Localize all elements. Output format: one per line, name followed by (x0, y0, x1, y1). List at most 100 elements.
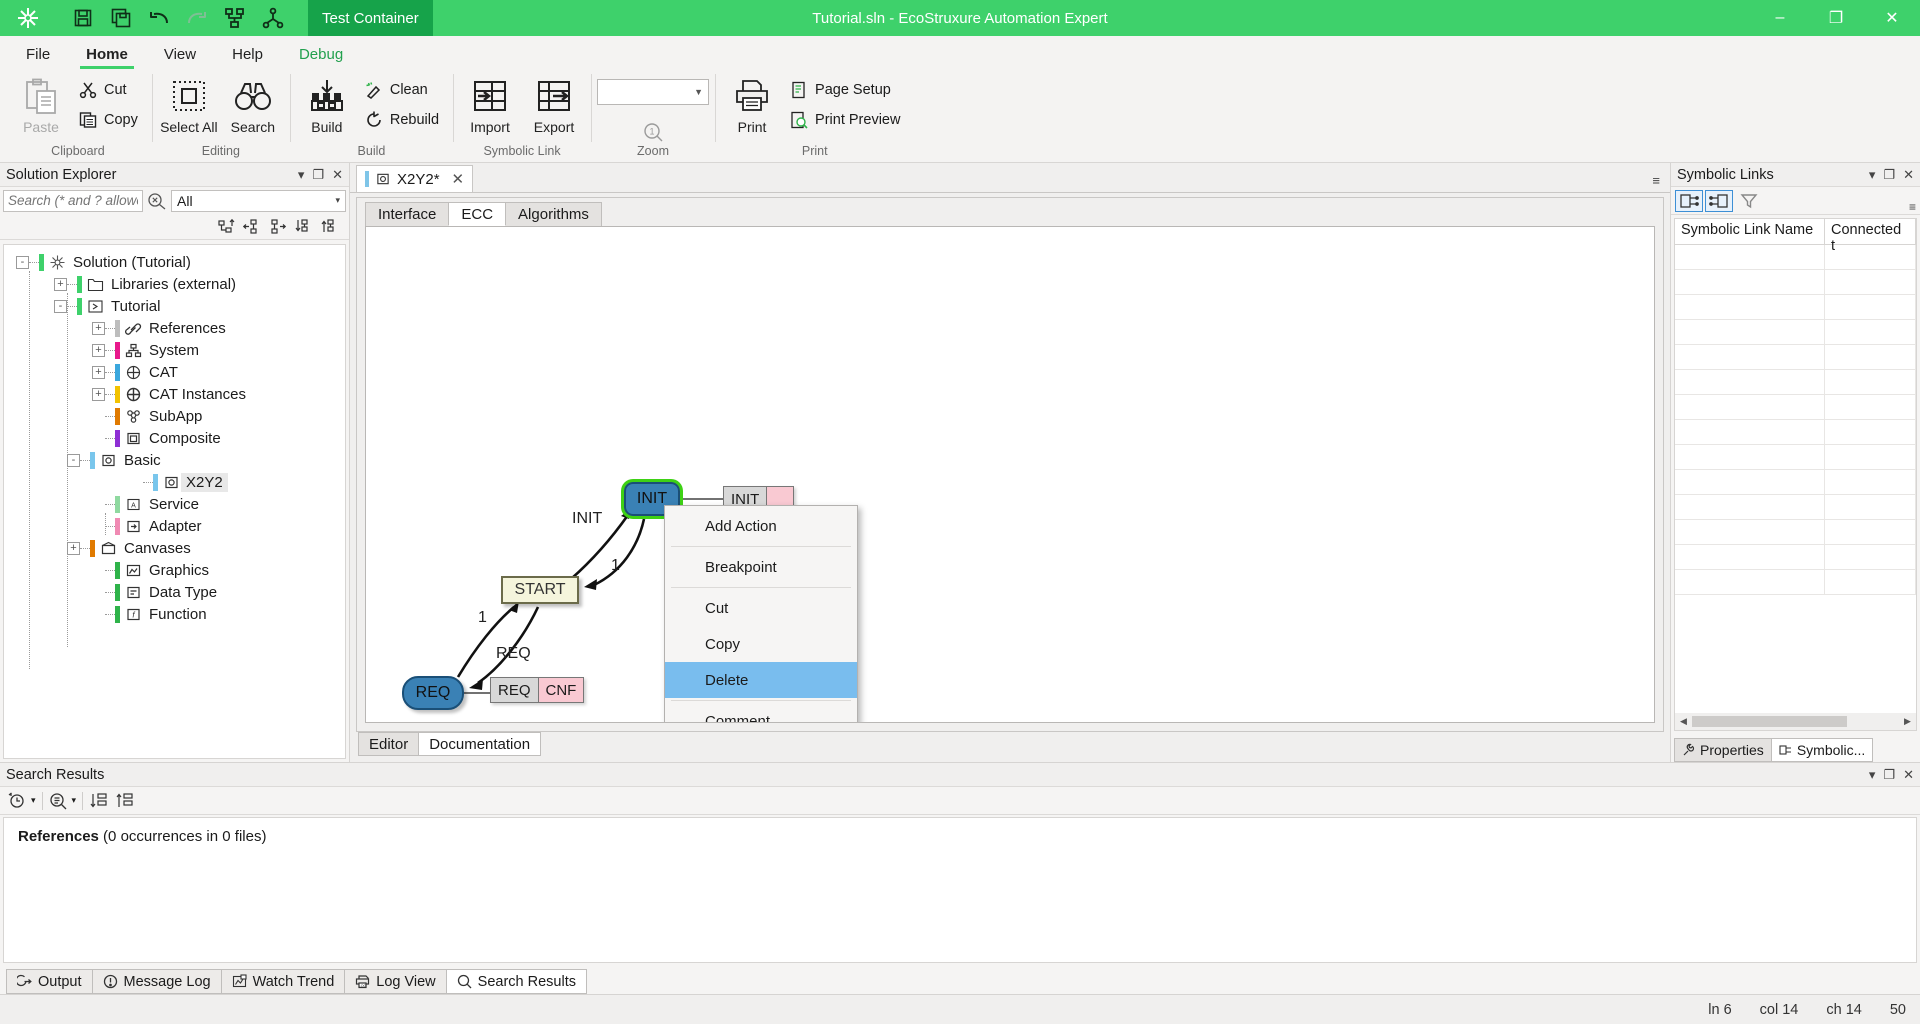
panel-pin-icon[interactable]: ❐ (312, 167, 324, 183)
search-input[interactable] (3, 189, 143, 212)
tree-node-tutorial[interactable]: - Tutorial (4, 295, 345, 317)
solution-tree[interactable]: - Solution (Tutorial) + Libraries (exter… (3, 244, 346, 759)
sync-tree-icon[interactable] (217, 218, 235, 236)
chevron-down-icon[interactable]: ▾ (31, 795, 36, 806)
ecc-state-start[interactable]: START (501, 576, 579, 604)
scroll-left-icon[interactable]: ◀ (1675, 716, 1692, 727)
search-results-body[interactable]: References (0 occurrences in 0 files) (3, 817, 1917, 963)
cut-button[interactable]: Cut (74, 77, 146, 103)
link-left-icon[interactable] (1675, 189, 1703, 212)
panel-close-icon[interactable]: ✕ (332, 167, 343, 183)
ribbon-tab-help[interactable]: Help (216, 42, 279, 68)
document-tab-x2y2[interactable]: X2Y2* ✕ (356, 165, 474, 192)
tab-overflow-icon[interactable]: ≡ (1652, 173, 1660, 188)
table-row[interactable] (1675, 270, 1916, 295)
ribbon-tab-home[interactable]: Home (70, 42, 144, 69)
copy-button[interactable]: Copy (74, 107, 146, 133)
print-preview-button[interactable]: Print Preview (785, 107, 908, 133)
select-all-button[interactable]: Select All (158, 73, 220, 138)
table-row[interactable] (1675, 445, 1916, 470)
minimize-button[interactable]: – (1752, 0, 1808, 36)
tree-node-service[interactable]: A Service (4, 493, 345, 515)
context-menu-item-add-action[interactable]: Add Action (665, 508, 857, 544)
expand-tree-icon[interactable] (269, 218, 287, 236)
panel-close-icon[interactable]: ✕ (1903, 767, 1914, 783)
link-right-icon[interactable] (1705, 189, 1733, 212)
table-row[interactable] (1675, 470, 1916, 495)
tab-documentation[interactable]: Documentation (418, 732, 542, 756)
tree-node-libraries[interactable]: + Libraries (external) (4, 273, 345, 295)
column-symbolic-link-name[interactable]: Symbolic Link Name (1675, 219, 1825, 244)
tree-node-composite[interactable]: Composite (4, 427, 345, 449)
context-menu-item-cut[interactable]: Cut (665, 590, 857, 626)
close-button[interactable]: ✕ (1864, 0, 1920, 36)
save-icon[interactable] (70, 5, 96, 31)
tree-node-data-type[interactable]: Data Type (4, 581, 345, 603)
tab-editor[interactable]: Editor (358, 732, 420, 756)
tab-search-results[interactable]: Search Results (445, 969, 587, 994)
import-button[interactable]: Import (459, 73, 521, 138)
tree-node-references[interactable]: + References (4, 317, 345, 339)
chevron-down-icon[interactable]: ▾ (335, 195, 340, 206)
tree-expander[interactable]: + (54, 277, 67, 291)
horizontal-scrollbar[interactable]: ◀ ▶ (1675, 713, 1916, 730)
tree-expander[interactable]: + (92, 343, 105, 357)
tab-watch-trend[interactable]: Watch Trend (220, 969, 346, 994)
tree-expander[interactable]: + (92, 321, 105, 335)
table-row[interactable] (1675, 395, 1916, 420)
tree-node-function[interactable]: f Function (4, 603, 345, 625)
table-row[interactable] (1675, 245, 1916, 270)
sort-down-icon[interactable] (89, 792, 109, 810)
ribbon-tab-view[interactable]: View (148, 42, 212, 68)
tab-ecc[interactable]: ECC (448, 202, 507, 226)
restore-button[interactable]: ❐ (1808, 0, 1864, 36)
undo-icon[interactable] (146, 5, 172, 31)
tree-node-cat[interactable]: + CAT (4, 361, 345, 383)
scroll-right-icon[interactable]: ▶ (1899, 716, 1916, 727)
history-icon[interactable]: ▾ (8, 791, 36, 810)
ecc-canvas[interactable]: INIT 1 1 REQ INIT START REQ INIT REQ CNF… (365, 226, 1655, 723)
tab-log-view[interactable]: LOG Log View (344, 969, 447, 994)
panel-dropdown-icon[interactable]: ▾ (298, 167, 305, 183)
chevron-down-icon[interactable]: ▾ (72, 795, 77, 806)
panel-close-icon[interactable]: ✕ (1903, 167, 1914, 183)
column-connected-to[interactable]: Connected t (1825, 219, 1916, 254)
context-menu[interactable]: Add Action Breakpoint Cut Copy Delete Co… (664, 505, 858, 723)
filter-combobox[interactable]: All ▾ (171, 189, 346, 212)
context-menu-item-comment[interactable]: Comment... (665, 703, 857, 723)
table-row[interactable] (1675, 420, 1916, 445)
tree-node-basic[interactable]: - Basic (4, 449, 345, 471)
panel-pin-icon[interactable]: ❐ (1883, 767, 1895, 783)
collapse-tree-icon[interactable] (243, 218, 261, 236)
tree-node-x2y2[interactable]: X2Y2 (4, 471, 345, 493)
deploy-icon[interactable] (222, 5, 248, 31)
print-button[interactable]: Print (721, 73, 783, 138)
build-button[interactable]: Build (296, 73, 358, 138)
tree-node-solution[interactable]: - Solution (Tutorial) (4, 251, 345, 273)
panel-dropdown-icon[interactable]: ▾ (1869, 767, 1876, 783)
tree-node-system[interactable]: + System (4, 339, 345, 361)
sort-tree-icon[interactable] (295, 218, 313, 236)
search-button[interactable]: Search (222, 73, 284, 138)
zoom-reset-icon[interactable]: 1 (642, 107, 664, 143)
tree-node-cat-instances[interactable]: + CAT Instances (4, 383, 345, 405)
scrollbar-thumb[interactable] (1692, 716, 1847, 727)
table-row[interactable] (1675, 570, 1916, 595)
test-container-button[interactable]: Test Container (308, 0, 433, 36)
connect-icon[interactable] (260, 5, 286, 31)
clean-button[interactable]: Clean (360, 77, 447, 103)
sort-up-icon[interactable] (115, 792, 135, 810)
toolbar-overflow-icon[interactable]: ≡ (1909, 200, 1916, 214)
table-row[interactable] (1675, 345, 1916, 370)
table-row[interactable] (1675, 370, 1916, 395)
table-row[interactable] (1675, 545, 1916, 570)
context-menu-item-delete[interactable]: Delete (665, 662, 857, 698)
export-button[interactable]: Export (523, 73, 585, 138)
rebuild-button[interactable]: Rebuild (360, 107, 447, 133)
table-row[interactable] (1675, 320, 1916, 345)
filter-icon[interactable] (1735, 190, 1763, 212)
paste-button[interactable]: Paste (10, 73, 72, 138)
ecc-action-req[interactable]: REQ CNF (490, 677, 585, 703)
tree-node-graphics[interactable]: Graphics (4, 559, 345, 581)
tab-properties[interactable]: Properties (1674, 738, 1772, 762)
